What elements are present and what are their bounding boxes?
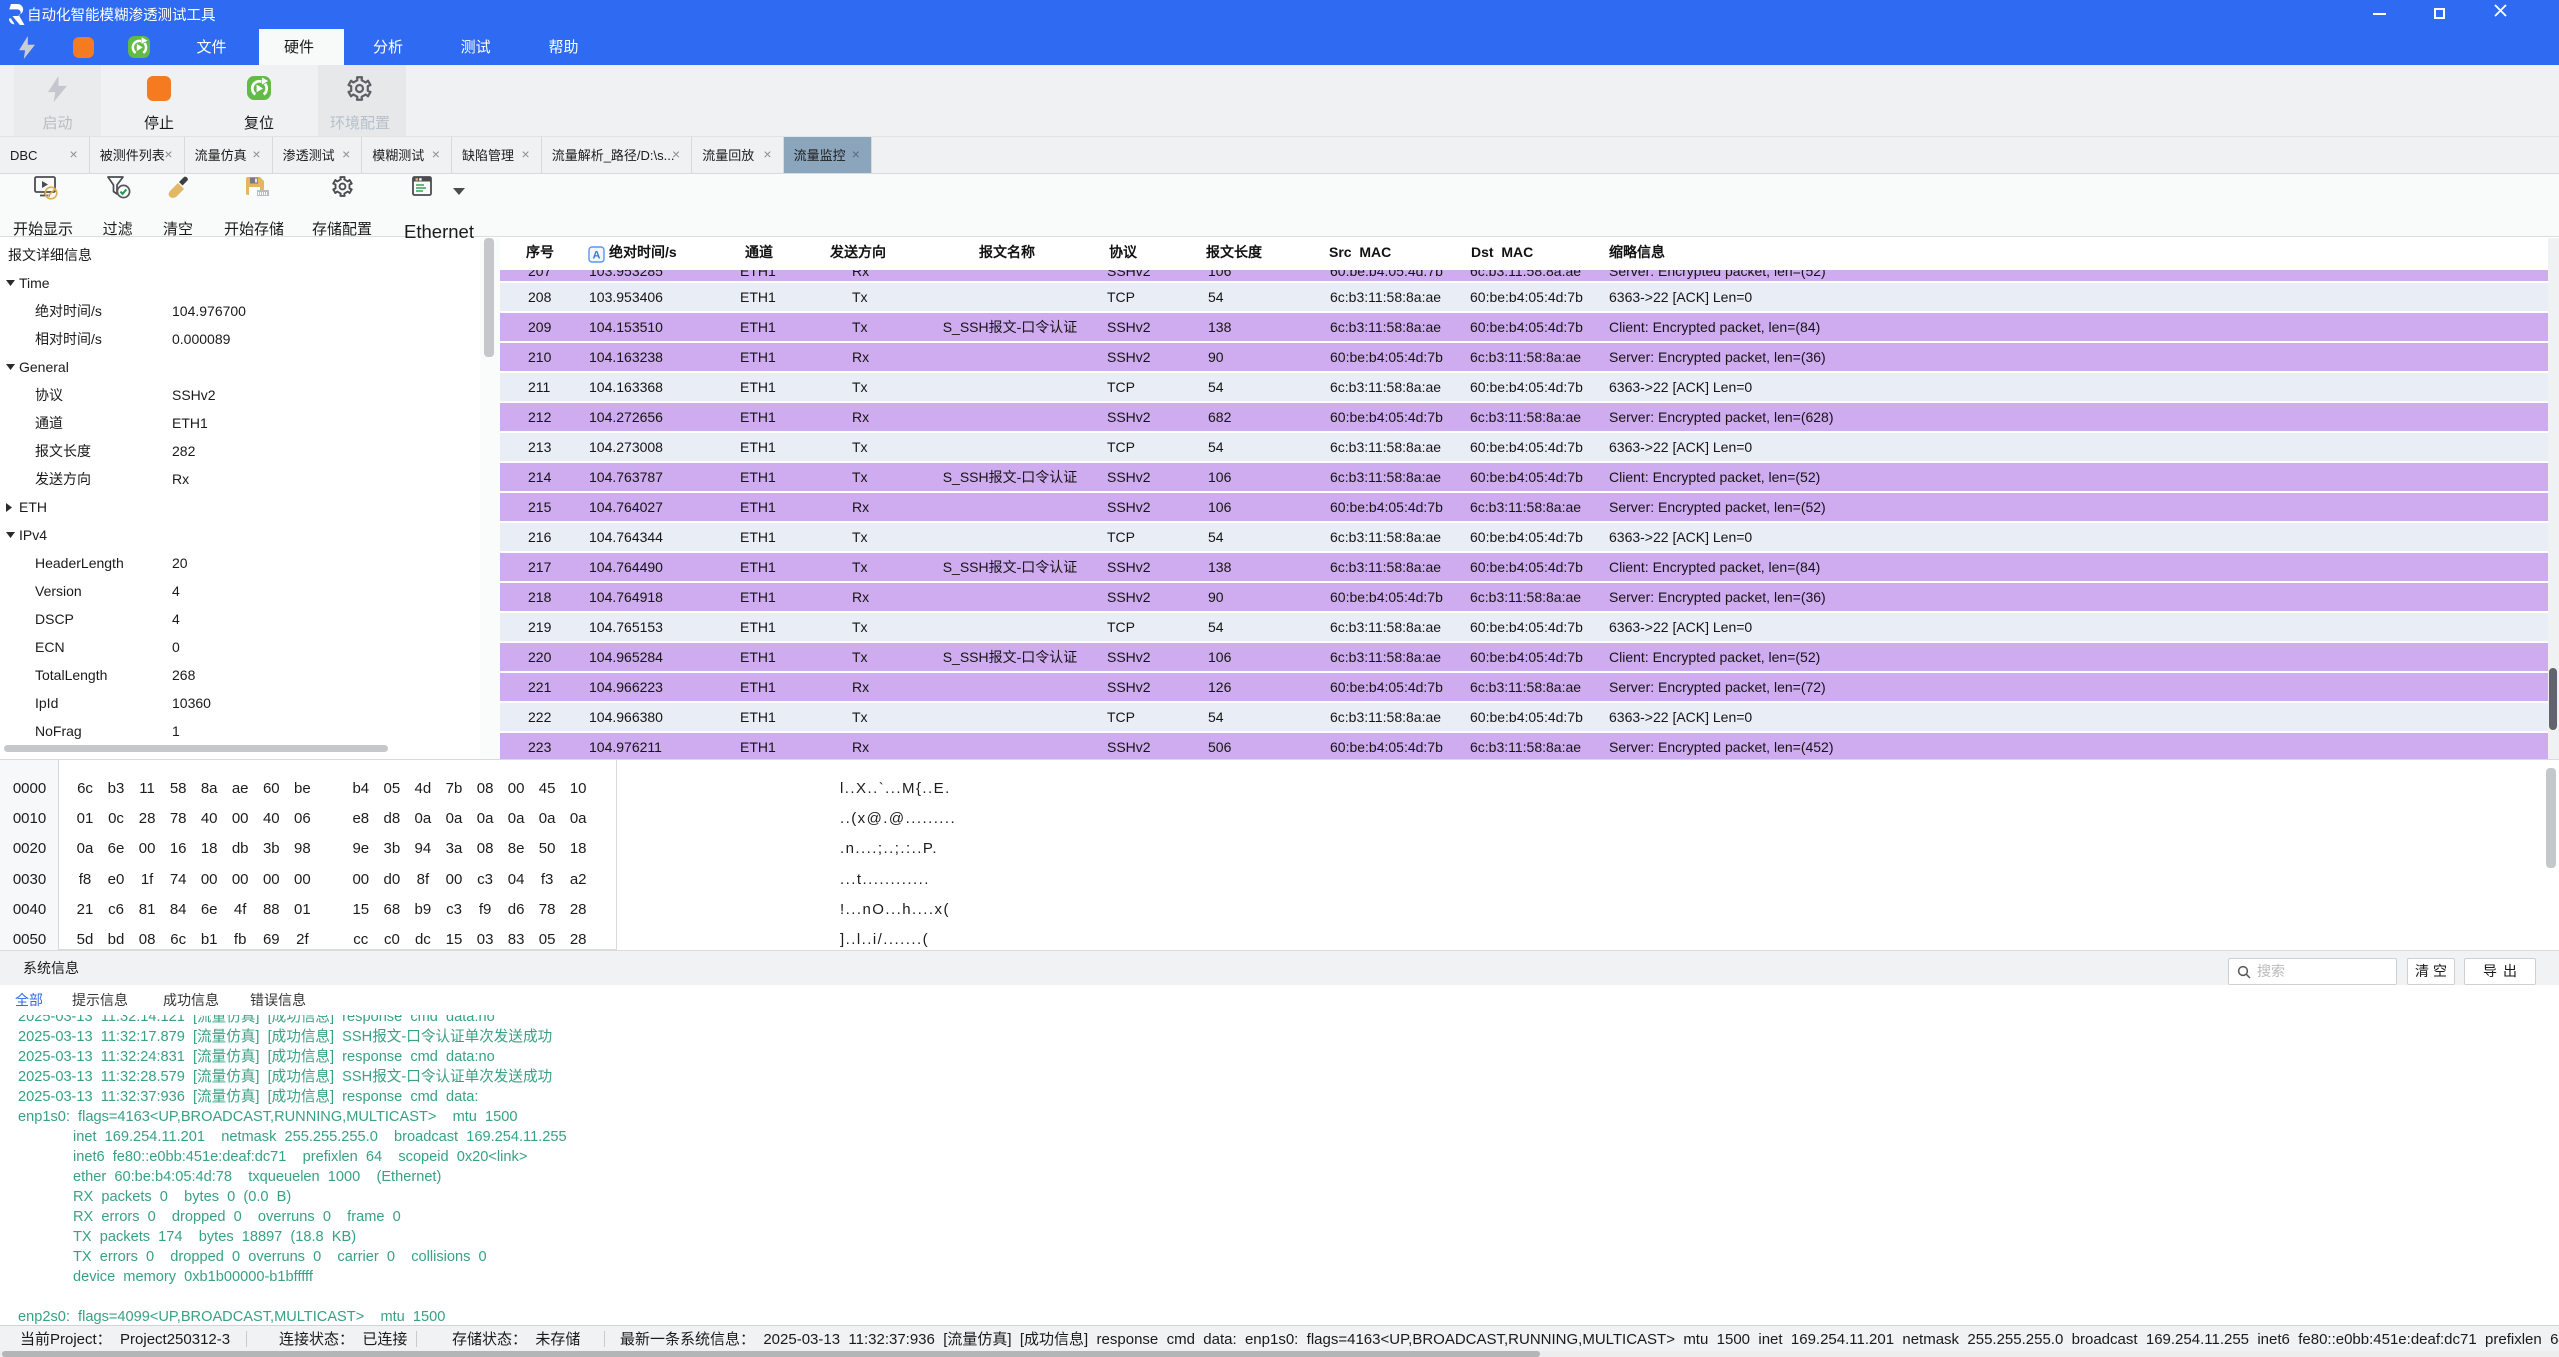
svg-text:A: A bbox=[593, 250, 601, 262]
